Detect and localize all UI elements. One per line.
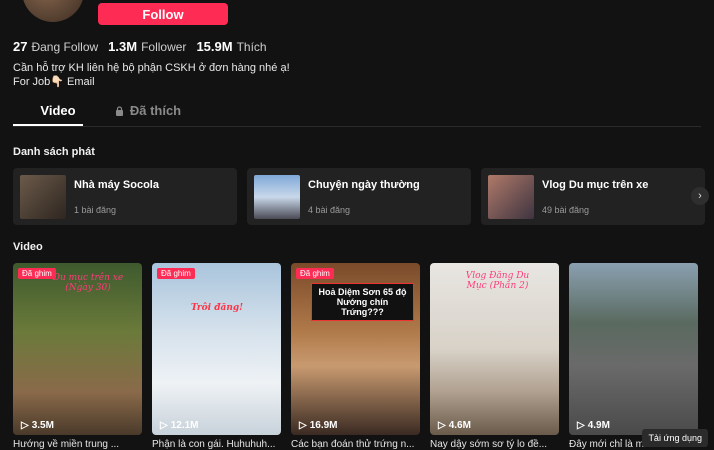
video-thumbnail: ▷ 4.9M [569, 263, 698, 435]
tab-video[interactable]: Video [13, 103, 103, 124]
view-count: ▷ 12.1M [160, 420, 199, 431]
playlist-name: Vlog Du mục trên xe [542, 178, 649, 191]
playlist-count: 1 bài đăng [74, 204, 117, 215]
video-thumbnail: Trôi đăng! Đã ghim ▷ 12.1M [152, 263, 281, 435]
playlist-thumbnail [254, 174, 300, 219]
playlist-card[interactable]: Vlog Du mục trên xe 49 bài đăng [481, 168, 705, 225]
video-caption: Hướng về miền trung ... [13, 439, 120, 450]
pinned-badge: Đã ghim [157, 268, 195, 279]
play-icon: ▷ [438, 420, 446, 431]
view-count: ▷ 4.9M [577, 420, 610, 431]
profile-bio: Cần hỗ trợ KH liên hệ bộ phận CSKH ở đơn… [13, 61, 290, 89]
play-icon: ▷ [299, 420, 307, 431]
playlist-count: 4 bài đăng [308, 204, 351, 215]
play-icon: ▷ [160, 420, 168, 431]
view-count: ▷ 16.9M [299, 420, 338, 431]
playlist-count: 49 bài đăng [542, 204, 590, 215]
pinned-badge: Đã ghim [296, 268, 334, 279]
playlist-row: Nhà máy Socola 1 bài đăng Chuyện ngày thư… [13, 168, 705, 225]
view-count: ▷ 3.5M [21, 420, 54, 431]
videos-heading: Video [13, 241, 43, 253]
video-overlay-text: Vlog Đăng Du Mục (Phần 2) [465, 271, 530, 291]
video-card[interactable]: Du mục trên xe (Ngày 30) Đã ghim ▷ 3.5M H… [13, 263, 142, 450]
get-app-button[interactable]: Tải ứng dụng [642, 429, 708, 447]
playlist-card[interactable]: Nhà máy Socola 1 bài đăng [13, 168, 237, 225]
video-overlay-text: Hoả Diệm Sơn 65 độ Nướng chín Trứng??? [311, 283, 414, 321]
playlist-name: Chuyện ngày thường [308, 178, 420, 191]
playlist-name: Nhà máy Socola [74, 178, 159, 191]
video-card[interactable]: Hoả Diệm Sơn 65 độ Nướng chín Trứng??? Đ… [291, 263, 420, 450]
video-caption: Nay dậy sớm sơ tý lo đề... [430, 439, 548, 450]
tabs-divider [13, 126, 701, 127]
video-thumbnail: Du mục trên xe (Ngày 30) Đã ghim ▷ 3.5M [13, 263, 142, 435]
playlist-card[interactable]: Chuyện ngày thường 4 bài đăng [247, 168, 471, 225]
stat-followers[interactable]: 1.3M Follower [108, 39, 186, 54]
stat-likes: 15.9M Thích [196, 39, 267, 54]
lock-icon [115, 105, 123, 116]
profile-avatar[interactable] [22, 0, 84, 22]
bio-line: Cần hỗ trợ KH liên hệ bộ phận CSKH ở đơn… [13, 62, 290, 74]
view-count: ▷ 4.6M [438, 420, 471, 431]
profile-stats: 27 Đang Follow 1.3M Follower 15.9M Thích [13, 39, 267, 54]
video-thumbnail: Hoả Diệm Sơn 65 độ Nướng chín Trứng??? Đ… [291, 263, 420, 435]
video-caption: Phận là con gái. Huhuhuh... [152, 439, 276, 450]
video-caption: Các bạn đoán thử trứng n... [291, 439, 415, 450]
play-icon: ▷ [21, 420, 29, 431]
playlist-thumbnail [20, 174, 66, 219]
active-tab-indicator [13, 124, 83, 126]
video-card[interactable]: ▷ 4.9M Đây mới chỉ là m... [569, 263, 698, 450]
video-card[interactable]: Trôi đăng! Đã ghim ▷ 12.1M Phận là con gá… [152, 263, 281, 450]
video-grid: Du mục trên xe (Ngày 30) Đã ghim ▷ 3.5M H… [13, 263, 698, 450]
play-icon: ▷ [577, 420, 585, 431]
stat-following[interactable]: 27 Đang Follow [13, 39, 98, 54]
tab-liked[interactable]: Đã thích [103, 103, 193, 124]
bio-line: For Job👇🏻 Email [13, 76, 95, 88]
video-card[interactable]: Vlog Đăng Du Mục (Phần 2) ▷ 4.6M Nay dậy … [430, 263, 559, 450]
video-overlay-text: Du mục trên xe (Ngày 30) [52, 273, 124, 293]
playlists-heading: Danh sách phát [13, 146, 95, 158]
video-overlay-text: Trôi đăng! [190, 303, 244, 313]
playlist-thumbnail [488, 174, 534, 219]
pinned-badge: Đã ghim [18, 268, 56, 279]
video-thumbnail: Vlog Đăng Du Mục (Phần 2) ▷ 4.6M [430, 263, 559, 435]
profile-tabs: Video Đã thích [13, 103, 193, 124]
chevron-right-icon[interactable]: › [691, 187, 709, 205]
follow-button[interactable]: Follow [98, 3, 228, 25]
